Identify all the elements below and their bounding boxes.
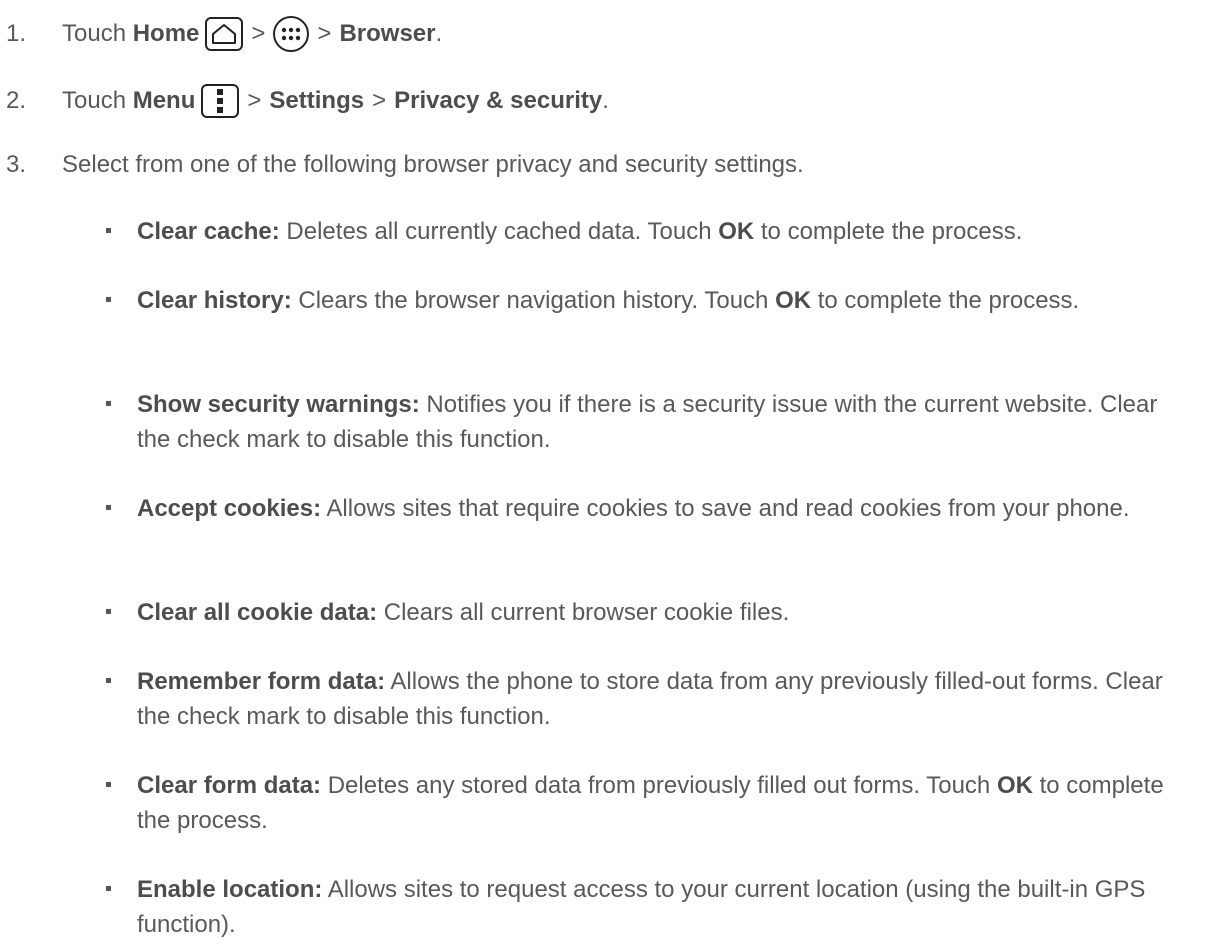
setting-label: Clear all cookie data: <box>137 599 378 626</box>
list-item-text: Clear form data: Deletes any stored data… <box>137 768 1197 838</box>
setting-description: Allows sites that require cookies to sav… <box>321 495 1130 522</box>
setting-description: Deletes any stored data from previously … <box>321 772 997 799</box>
browser-label: Browser <box>339 20 436 47</box>
bullet-marker <box>106 609 111 614</box>
bullet-marker <box>106 886 111 891</box>
bullet-marker <box>106 228 111 233</box>
ok-label: OK <box>718 218 755 245</box>
setting-label: Clear form data: <box>137 772 322 799</box>
ok-label: OK <box>775 287 812 314</box>
step-text: Select from one of the following browser… <box>62 151 804 178</box>
separator: > <box>372 87 387 114</box>
list-item-text: Clear history: Clears the browser naviga… <box>137 283 1197 318</box>
setting-description: Clears the browser navigation history. T… <box>291 287 776 314</box>
home-icon <box>205 17 244 51</box>
step-number: 1. <box>6 20 27 47</box>
setting-label: Clear history: <box>137 287 292 314</box>
setting-description: Deletes all currently cached data. Touch <box>279 218 719 245</box>
step-text-end: . <box>602 87 609 114</box>
step-text-end: . <box>435 20 443 47</box>
setting-label: Show security warnings: <box>137 391 420 418</box>
setting-label: Clear cache: <box>137 218 280 245</box>
bullet-marker <box>106 297 111 302</box>
setting-description: Clears all current browser cookie files. <box>377 599 790 626</box>
setting-label: Enable location: <box>137 876 323 903</box>
setting-label: Remember form data: <box>137 668 386 695</box>
step-text: Touch Menu > Settings > Privacy & securi… <box>62 84 609 118</box>
menu-label: Menu <box>132 87 196 114</box>
separator: > <box>247 87 262 114</box>
home-label: Home <box>132 20 200 47</box>
setting-description-end: to complete the process. <box>754 218 1023 245</box>
setting-description-end: to complete the process. <box>811 287 1080 314</box>
bullet-marker <box>106 505 111 510</box>
list-item-text: Clear cache: Deletes all currently cache… <box>137 214 1197 249</box>
list-item-text: Accept cookies: Allows sites that requir… <box>137 491 1197 526</box>
step-1: 1. Touch Home > > Browser . <box>6 16 442 52</box>
step-text-prefix: Touch <box>62 20 133 47</box>
settings-label: Settings <box>269 87 365 114</box>
step-number: 3. <box>6 151 27 178</box>
instructions-page: 1. Touch Home > > Browser . 2. Touch Men… <box>0 0 1207 947</box>
apps-icon <box>273 16 310 52</box>
bullet-marker <box>106 782 111 787</box>
list-item-text: Remember form data: Allows the phone to … <box>137 664 1197 734</box>
step-text-prefix: Touch <box>62 87 133 114</box>
privacy-security-label: Privacy & security <box>394 87 603 114</box>
bullet-marker <box>106 678 111 683</box>
step-3: 3. Select from one of the following brow… <box>6 150 804 180</box>
separator: > <box>317 20 332 47</box>
list-item-text: Show security warnings: Notifies you if … <box>137 387 1197 457</box>
step-2: 2. Touch Menu > Settings > Privacy & sec… <box>6 84 609 118</box>
list-item-text: Enable location: Allows sites to request… <box>137 872 1197 942</box>
separator: > <box>251 20 266 47</box>
bullet-marker <box>106 401 111 406</box>
step-text: Touch Home > > Browser . <box>62 16 442 52</box>
step-number: 2. <box>6 87 27 114</box>
menu-icon <box>201 84 240 118</box>
ok-label: OK <box>996 772 1033 799</box>
setting-label: Accept cookies: <box>137 495 322 522</box>
list-item-text: Clear all cookie data: Clears all curren… <box>137 595 1197 630</box>
